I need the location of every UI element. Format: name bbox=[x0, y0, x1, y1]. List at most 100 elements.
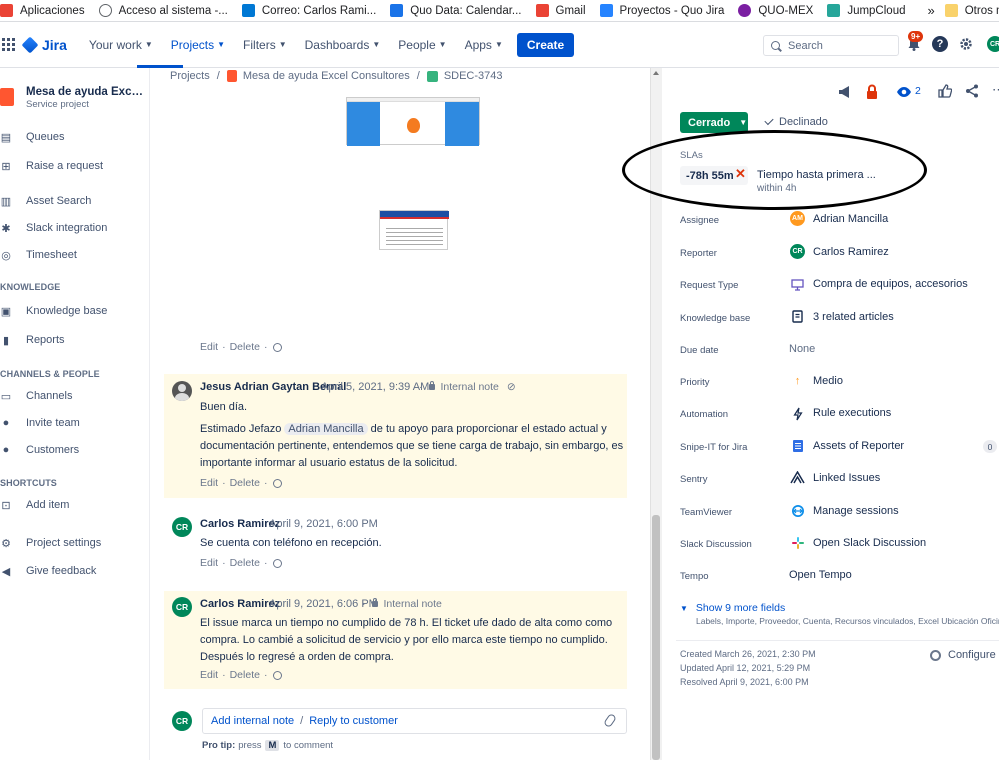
comment-editor[interactable]: Add internal note / Reply to customer bbox=[202, 708, 627, 734]
field-label-assignee: Assignee bbox=[680, 215, 720, 226]
bookmark-jumpcloud[interactable]: JumpCloud bbox=[827, 4, 905, 17]
field-value-teamviewer[interactable]: Manage sessions bbox=[813, 505, 899, 517]
watchers-count[interactable]: 2 bbox=[915, 85, 921, 97]
link-icon[interactable]: ⊘ bbox=[507, 381, 516, 393]
chevron-down-icon: ▼ bbox=[144, 40, 153, 49]
emoji-reaction-icon[interactable] bbox=[273, 558, 283, 568]
user-mention[interactable]: Adrian Mancilla bbox=[284, 423, 368, 435]
nav-projects[interactable]: Projects ▼ bbox=[171, 38, 225, 52]
field-value-request-type[interactable]: Compra de equipos, accesorios bbox=[813, 278, 968, 290]
sidebar-section-channels: CHANNELS & PEOPLE bbox=[0, 369, 100, 379]
show-more-fields-button[interactable]: ▼ Show 9 more fields bbox=[680, 602, 785, 614]
restriction-lock-icon[interactable] bbox=[866, 84, 878, 100]
sidebar-item-give-feedback[interactable]: ◀ Give feedback bbox=[0, 565, 97, 578]
bookmark-other-folder[interactable]: Otros marcadores bbox=[944, 4, 999, 17]
breadcrumb-projects[interactable]: Projects bbox=[170, 70, 210, 82]
jira-logo[interactable]: Jira bbox=[21, 36, 67, 53]
reply-to-customer-button[interactable]: Reply to customer bbox=[309, 715, 398, 727]
bookmark-calendar[interactable]: Quo Data: Calendar... bbox=[390, 4, 522, 17]
project-sidebar: Mesa de ayuda Excel Co... Service projec… bbox=[0, 68, 150, 760]
bookmark-acceso[interactable]: Acceso al sistema -... bbox=[98, 4, 228, 17]
sidebar-section-knowledge: KNOWLEDGE bbox=[0, 282, 61, 292]
attachment-thumbnail-2[interactable] bbox=[379, 210, 449, 250]
attachment-icon[interactable] bbox=[602, 712, 618, 729]
edit-link[interactable]: Edit bbox=[200, 669, 218, 681]
app-switcher-icon[interactable] bbox=[2, 37, 16, 52]
field-value-reporter[interactable]: Carlos Ramirez bbox=[813, 246, 889, 258]
field-value-priority[interactable]: Medio bbox=[813, 375, 843, 387]
sidebar-item-invite-team[interactable]: ● Invite team bbox=[0, 417, 80, 429]
create-button[interactable]: Create bbox=[516, 32, 575, 57]
gear-icon: ⚙ bbox=[1, 537, 11, 550]
settings-gear-icon[interactable] bbox=[958, 36, 974, 52]
sidebar-item-reports[interactable]: ▮ Reports bbox=[0, 334, 65, 347]
bookmark-apps[interactable]: Aplicaciones bbox=[0, 4, 85, 17]
delete-link[interactable]: Delete bbox=[230, 341, 260, 353]
search-input[interactable]: Search bbox=[763, 35, 899, 56]
sidebar-item-slack[interactable]: ✱ Slack integration bbox=[0, 222, 107, 235]
bookmark-jira[interactable]: Proyectos - Quo Jira bbox=[599, 4, 724, 17]
delete-link[interactable]: Delete bbox=[230, 669, 260, 681]
attachment-thumbnail-1[interactable] bbox=[346, 97, 480, 146]
help-icon[interactable]: ? bbox=[932, 36, 948, 52]
sidebar-item-raise-request[interactable]: ⊞ Raise a request bbox=[0, 160, 103, 173]
thumbs-up-icon[interactable] bbox=[938, 84, 953, 98]
sidebar-item-queues[interactable]: ▤ Queues bbox=[0, 131, 65, 144]
sidebar-item-customers[interactable]: ● Customers bbox=[0, 444, 80, 456]
edit-link[interactable]: Edit bbox=[200, 477, 218, 489]
add-internal-note-button[interactable]: Add internal note bbox=[211, 715, 294, 727]
comment-date[interactable]: April 9, 2021, 6:00 PM bbox=[269, 518, 378, 530]
field-value-slack-discussion[interactable]: Open Slack Discussion bbox=[813, 537, 926, 549]
field-value-snipe-it[interactable]: Assets of Reporter bbox=[813, 440, 904, 452]
edit-link[interactable]: Edit bbox=[200, 557, 218, 569]
comment-date[interactable]: April 5, 2021, 9:39 AM bbox=[321, 381, 429, 393]
edit-link[interactable]: Edit bbox=[200, 341, 218, 353]
field-value-assignee[interactable]: Adrian Mancilla bbox=[813, 213, 888, 225]
field-value-sentry[interactable]: Linked Issues bbox=[813, 472, 880, 484]
sentry-icon bbox=[790, 470, 805, 485]
bookmarks-overflow-icon[interactable]: » bbox=[927, 3, 934, 18]
nav-filters[interactable]: Filters ▼ bbox=[243, 38, 287, 52]
sidebar-item-timesheet[interactable]: ◎ Timesheet bbox=[0, 249, 77, 262]
scrollbar-thumb[interactable] bbox=[652, 515, 660, 760]
sidebar-item-channels[interactable]: ▭ Channels bbox=[0, 390, 73, 403]
nav-your-work[interactable]: Your work ▼ bbox=[89, 38, 153, 52]
emoji-reaction-icon[interactable] bbox=[273, 670, 283, 680]
field-value-tempo[interactable]: Open Tempo bbox=[789, 569, 852, 581]
sidebar-item-add-item[interactable]: ⊡ Add item bbox=[0, 499, 69, 512]
configure-button[interactable]: Configure bbox=[930, 649, 996, 661]
emoji-reaction-icon[interactable] bbox=[273, 342, 283, 352]
field-value-due-date[interactable]: None bbox=[789, 343, 815, 355]
nav-dashboards[interactable]: Dashboards ▼ bbox=[305, 38, 381, 52]
emoji-reaction-icon[interactable] bbox=[273, 478, 283, 488]
breadcrumb-project[interactable]: Mesa de ayuda Excel Consultores bbox=[243, 70, 410, 82]
chevron-down-icon: ▼ bbox=[494, 40, 503, 49]
sidebar-item-asset-search[interactable]: ▥ Asset Search bbox=[0, 195, 92, 208]
more-actions-icon[interactable]: ⋯ bbox=[992, 82, 999, 98]
delete-link[interactable]: Delete bbox=[230, 557, 260, 569]
delete-link[interactable]: Delete bbox=[230, 477, 260, 489]
nav-people[interactable]: People ▼ bbox=[398, 38, 446, 52]
bookmark-quo-mex[interactable]: QUO-MEX bbox=[738, 4, 813, 17]
nav-apps[interactable]: Apps ▼ bbox=[465, 38, 503, 52]
scroll-up-arrow-icon[interactable] bbox=[653, 71, 659, 75]
sidebar-item-knowledge-base[interactable]: ▣ Knowledge base bbox=[0, 305, 108, 318]
lock-icon bbox=[407, 118, 420, 133]
watch-eye-icon[interactable] bbox=[896, 86, 912, 98]
avatar: CR bbox=[172, 597, 192, 617]
share-icon[interactable] bbox=[965, 84, 979, 98]
feedback-megaphone-icon[interactable] bbox=[837, 84, 853, 100]
comment-actions: Edit · Delete · bbox=[200, 557, 283, 569]
project-avatar[interactable] bbox=[0, 88, 14, 106]
chart-icon: ▮ bbox=[2, 334, 10, 347]
chevron-down-icon: ▼ bbox=[217, 40, 226, 49]
field-value-knowledge-base[interactable]: 3 related articles bbox=[813, 311, 894, 323]
project-name[interactable]: Mesa de ayuda Excel Co... bbox=[26, 86, 146, 98]
field-value-automation[interactable]: Rule executions bbox=[813, 407, 891, 419]
user-avatar[interactable]: CR bbox=[987, 36, 999, 52]
bookmark-outlook[interactable]: Correo: Carlos Rami... bbox=[241, 4, 376, 17]
status-button[interactable]: Cerrado ▼ bbox=[680, 112, 748, 133]
sidebar-item-project-settings[interactable]: ⚙ Project settings bbox=[0, 537, 101, 550]
breadcrumb-issue-key[interactable]: SDEC-3743 bbox=[444, 70, 503, 82]
bookmark-gmail[interactable]: Gmail bbox=[535, 4, 586, 17]
